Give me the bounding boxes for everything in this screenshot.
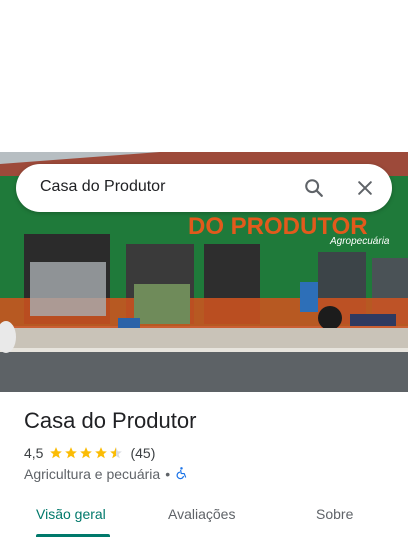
- review-count[interactable]: (45): [130, 445, 155, 461]
- place-category: Agricultura e pecuária: [24, 466, 161, 482]
- active-tab-indicator: [36, 534, 110, 537]
- search-query[interactable]: Casa do Produtor: [40, 178, 165, 196]
- rating-row[interactable]: 4,5 (45): [24, 444, 155, 462]
- tab-reviews[interactable]: Avaliações: [168, 506, 235, 522]
- separator-dot: •: [165, 466, 171, 482]
- category-row: Agricultura e pecuária •: [24, 465, 188, 483]
- blank-top-area: [0, 0, 408, 152]
- star-icon: [65, 447, 78, 459]
- place-title: Casa do Produtor: [24, 408, 197, 433]
- tab-about[interactable]: Sobre: [316, 506, 353, 522]
- star-half-icon: [110, 447, 123, 459]
- star-icon: [50, 447, 63, 459]
- wheelchair-icon: [175, 466, 188, 483]
- place-tabs: Visão geral Avaliações Sobre: [0, 496, 408, 536]
- tab-overview[interactable]: Visão geral: [36, 506, 106, 522]
- rating-value: 4,5: [24, 445, 44, 461]
- store-sign-subtext: Agropecuária: [329, 236, 390, 247]
- star-rating: [49, 446, 124, 460]
- search-bar[interactable]: Casa do Produtor: [16, 164, 392, 212]
- star-icon: [80, 447, 93, 459]
- close-icon[interactable]: [353, 176, 377, 200]
- star-icon: [95, 447, 108, 459]
- search-icon[interactable]: [302, 176, 326, 200]
